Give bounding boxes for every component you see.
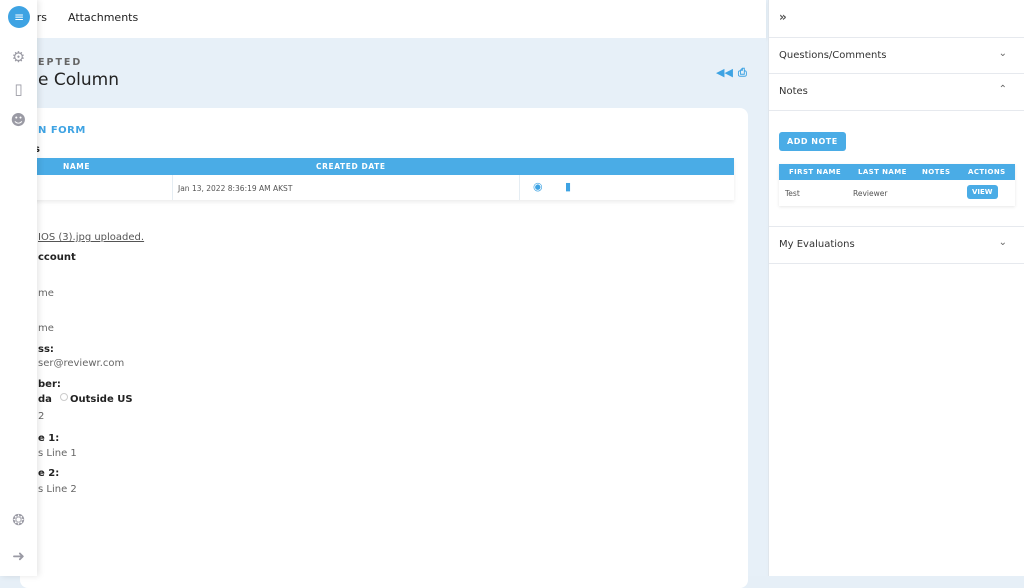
section-evaluations[interactable]: My Evaluations ⌄ [769, 226, 1024, 264]
chevron-down-icon: ⌄ [998, 237, 1007, 248]
logout-icon[interactable]: ➜ [10, 547, 27, 565]
field-label: e 2: [38, 468, 60, 479]
field-value: me [38, 323, 54, 334]
user-circle-icon[interactable]: ☻ [10, 111, 27, 129]
clipboard-icon[interactable]: ▯ [10, 80, 27, 98]
attachments-table: NAME CREATED DATE Jan 13, 2022 8:36:19 AM… [20, 158, 734, 200]
field-value: s Line 1 [38, 448, 77, 459]
created-date: Jan 13, 2022 8:36:19 AM AKST [178, 184, 293, 193]
field-label: e 1: [38, 433, 60, 444]
logo-icon[interactable]: ≡ [8, 6, 30, 28]
tab-attachments[interactable]: Attachments [68, 11, 138, 24]
print-icon[interactable]: ⎙ [738, 66, 747, 80]
table-row: Test Reviewer VIEW [779, 180, 1015, 206]
section-notes[interactable]: Notes ⌃ [769, 74, 1024, 111]
section-questions[interactable]: Questions/Comments ⌄ [769, 37, 1024, 74]
col-first-name: FIRST NAME [789, 168, 842, 176]
radio-option-outside-us[interactable]: Outside US [70, 394, 133, 405]
rewind-icon[interactable]: ◀◀ [716, 66, 733, 79]
collapse-panel-icon[interactable]: » [779, 10, 787, 24]
top-tabs: ors Attachments [0, 0, 766, 38]
col-last-name: LAST NAME [858, 168, 907, 176]
field-value: s Line 2 [38, 484, 77, 495]
field-value: 2 [38, 411, 45, 422]
main-content: EPTED e Column ◀◀ ⎙ N FORM s NAMECREATED… [0, 38, 766, 588]
account-heading: ccount [38, 252, 76, 263]
add-note-button[interactable]: ADD NOTE [779, 132, 846, 151]
field-label: ss: [38, 344, 54, 355]
field-value: me [38, 288, 54, 299]
eye-icon[interactable]: ◉ [533, 180, 543, 193]
col-created: CREATED DATE [316, 162, 386, 171]
lifesaver-icon[interactable]: ❂ [10, 511, 27, 529]
application-form-card: N FORM s NAMECREATED DATE Jan 13, 2022 8… [20, 108, 748, 588]
field-value: ser@reviewr.com [38, 358, 125, 369]
chevron-up-icon: ⌃ [998, 84, 1007, 95]
section-title: My Evaluations [779, 239, 855, 250]
table-row: Jan 13, 2022 8:36:19 AM AKST ◉ ▮ [20, 175, 734, 200]
view-button[interactable]: VIEW [967, 185, 998, 199]
first-name: Test [785, 189, 800, 198]
file-download-icon[interactable]: ▮ [565, 180, 571, 193]
section-title: Notes [779, 86, 808, 97]
status-label: EPTED [38, 57, 83, 68]
col-actions: ACTIONS [968, 168, 1006, 176]
form-title: N FORM [38, 125, 86, 136]
page-title: e Column [38, 70, 119, 90]
radio-option-canada[interactable]: da [38, 394, 52, 405]
radio-outside-us[interactable] [60, 393, 68, 401]
section-title: Questions/Comments [779, 50, 887, 61]
col-notes: NOTES [922, 168, 951, 176]
field-label: ber: [38, 379, 61, 390]
notes-table: FIRST NAME LAST NAME NOTES ACTIONS Test Revi… [779, 164, 1015, 206]
right-panel: » Questions/Comments ⌄ Notes ⌃ ADD NOTE FI… [768, 0, 1024, 576]
last-name: Reviewer [853, 189, 888, 198]
upload-link[interactable]: IOS (3).jpg uploaded. [38, 232, 144, 243]
gear-icon[interactable]: ⚙ [10, 48, 27, 66]
col-name: NAME [63, 162, 91, 171]
chevron-down-icon: ⌄ [998, 48, 1007, 59]
sidebar: ≡ ⚙ ▯ ☻ ❂ ➜ [0, 0, 37, 576]
